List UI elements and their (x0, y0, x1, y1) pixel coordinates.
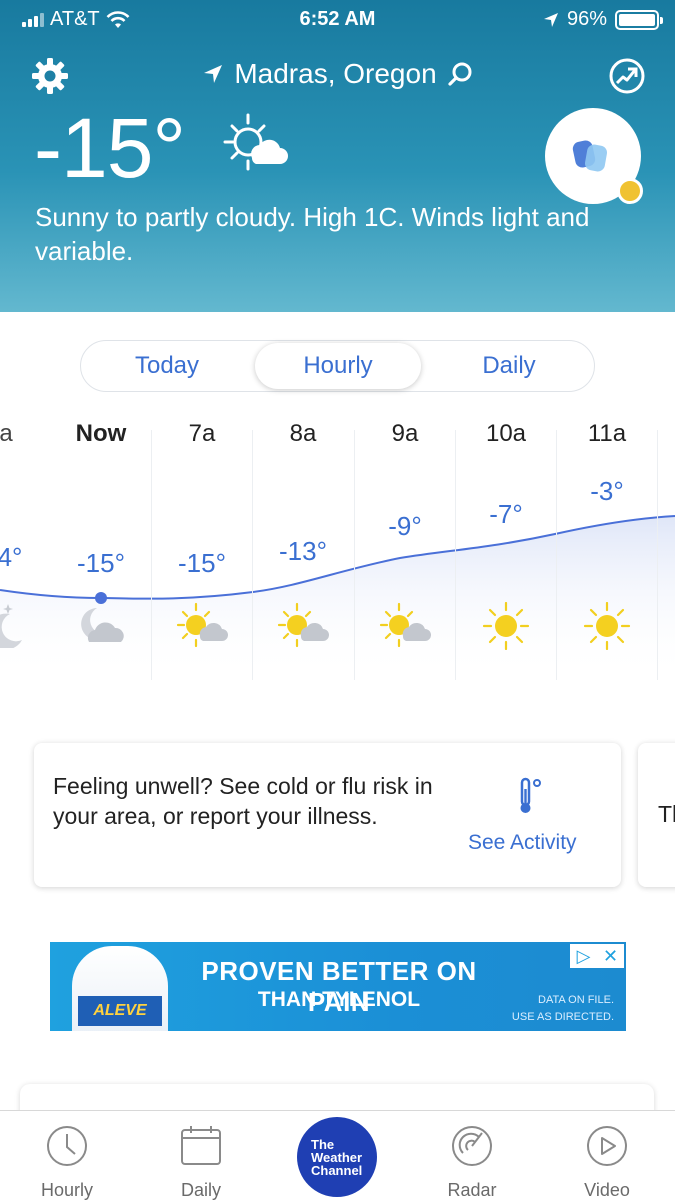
forecast-tabs: Today Hourly Daily (80, 340, 595, 392)
location-arrow-icon (204, 65, 223, 83)
ad-fine-print-1: DATA ON FILE. (538, 994, 614, 1006)
radar-icon (452, 1126, 492, 1166)
aleve-bottle-image: ALEVE (72, 946, 168, 1031)
ad-fine-print-2: USE AS DIRECTED. (511, 1011, 614, 1023)
weather-description: Sunny to partly cloudy. High 1C. Winds l… (35, 202, 590, 266)
weather-assistant-button[interactable] (545, 108, 643, 204)
column-divider (556, 430, 557, 680)
tab-hourly[interactable]: Hourly (255, 343, 421, 389)
hour-temp: -9° (388, 511, 422, 541)
battery-percent: 96% (566, 8, 607, 30)
battery-icon (615, 9, 663, 30)
column-divider (455, 430, 456, 680)
ad-subheadline: THAN TYLENOL (257, 988, 421, 1011)
location-arrow-icon (543, 12, 558, 27)
location-name: Madras, Oregon (234, 58, 437, 89)
column-divider (657, 430, 658, 680)
ad-close-icon[interactable]: ✕ (597, 944, 624, 968)
hour-label: 10a (485, 420, 527, 447)
clock-icon (47, 1126, 87, 1166)
nav-hourly[interactable]: Hourly (12, 1123, 122, 1200)
advertisement-banner[interactable]: ALEVE PROVEN BETTER ON PAIN THAN TYLENOL… (50, 942, 626, 1031)
search-icon[interactable] (447, 61, 473, 87)
nav-daily[interactable]: Daily (146, 1123, 256, 1200)
nav-hourly-label: Hourly (40, 1180, 93, 1200)
partly-sunny-icon (277, 602, 329, 648)
notification-dot (617, 178, 643, 204)
ad-choices-icon[interactable]: ▷ (570, 944, 597, 968)
health-activity-card[interactable]: Feeling unwell? See cold or flu risk in … (34, 743, 621, 887)
status-bar: AT&T 6:52 AM 96% (0, 6, 675, 32)
card-message: Feeling unwell? See cold or flu risk in … (53, 773, 433, 829)
partly-sunny-icon (223, 113, 288, 171)
hour-temp: -3° (590, 476, 624, 506)
hour-label: 9a (391, 420, 419, 447)
hour-label: 8a (289, 420, 317, 447)
nav-radar-label: Radar (447, 1180, 497, 1200)
hour-temp: -13° (279, 536, 327, 566)
weather-channel-logo-button[interactable]: The Weather Channel (297, 1117, 377, 1197)
hour-label: 11a (587, 420, 627, 447)
nav-daily-label: Daily (180, 1180, 221, 1200)
location-selector[interactable]: Madras, Oregon (0, 58, 675, 90)
hour-label: 7a (188, 420, 216, 447)
ad-fine-print: DATA ON FILE. USE AS DIRECTED. (512, 992, 614, 1026)
hour-temp: -15° (77, 548, 125, 578)
tab-today[interactable]: Today (81, 341, 253, 391)
tab-daily[interactable]: Daily (423, 341, 595, 391)
play-icon (587, 1126, 627, 1166)
calendar-icon (181, 1126, 221, 1165)
nav-video-label: Video (584, 1180, 630, 1200)
next-card[interactable]: Th (638, 743, 675, 887)
status-right: 96% (543, 8, 663, 31)
partly-cloudy-night-icon (81, 608, 124, 642)
nav-video[interactable]: Video (552, 1123, 662, 1200)
weather-header: AT&T 6:52 AM 96% Madras, Oregon -15° Sun… (0, 0, 675, 312)
hour-label: a (0, 420, 13, 447)
current-temperature: -15° (34, 101, 186, 195)
partly-sunny-icon (379, 602, 431, 648)
next-card-text: Th (658, 801, 675, 827)
brand-line-3: Channel (311, 1163, 363, 1178)
share-icon[interactable] (607, 56, 647, 96)
thermometer-icon (520, 777, 541, 813)
column-divider (354, 430, 355, 680)
ad-choices-badge[interactable]: ▷ ✕ (570, 944, 624, 968)
sunny-icon (583, 602, 631, 650)
clear-night-icon (0, 604, 22, 648)
ad-brand: ALEVE (78, 996, 162, 1026)
hour-temp: -15° (178, 548, 226, 578)
hour-label-now: Now (75, 420, 127, 447)
hourly-forecast[interactable]: a Now 7a 8a 9a 10a 11a 4° -15° -15° -13°… (0, 410, 675, 680)
see-activity-link[interactable]: See Activity (468, 831, 577, 855)
partly-sunny-icon (176, 602, 228, 648)
hour-temp: -7° (489, 499, 523, 529)
nav-radar[interactable]: Radar (417, 1123, 527, 1200)
sunny-icon (482, 602, 530, 650)
